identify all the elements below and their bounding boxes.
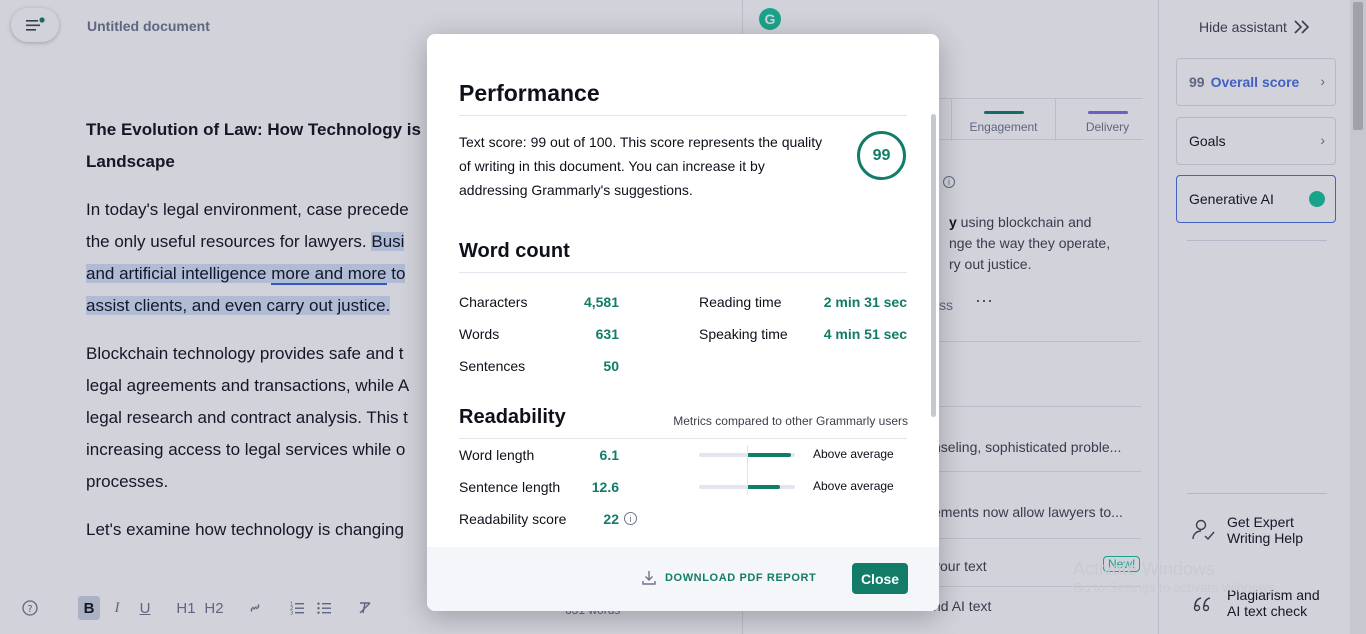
watermark-subtitle: Go to Settings to activate Windows. bbox=[1073, 580, 1279, 595]
windows-watermark: Activate Windows Go to Settings to activ… bbox=[1073, 558, 1278, 596]
readability-title: Readability bbox=[459, 406, 566, 428]
performance-title: Performance bbox=[459, 80, 600, 106]
word-length-rating: Above average bbox=[813, 447, 894, 461]
sentence-length-value: 12.6 bbox=[591, 479, 619, 495]
performance-modal: Performance Text score: 99 out of 100. T… bbox=[427, 34, 939, 611]
characters-label: Characters bbox=[459, 294, 528, 310]
performance-description: Text score: 99 out of 100. This score re… bbox=[459, 134, 823, 198]
download-pdf-button[interactable]: DOWNLOAD PDF REPORT bbox=[641, 570, 816, 586]
modal-scrollbar[interactable] bbox=[931, 114, 936, 417]
section-divider bbox=[459, 438, 907, 439]
sentence-length-gauge-fill bbox=[747, 485, 780, 489]
info-icon[interactable]: i bbox=[624, 512, 637, 525]
word-length-value: 6.1 bbox=[599, 447, 619, 463]
watermark-title: Activate Windows bbox=[1073, 559, 1216, 579]
reading-time-label: Reading time bbox=[699, 294, 782, 310]
modal-footer: DOWNLOAD PDF REPORT Close bbox=[427, 547, 939, 611]
speaking-time-label: Speaking time bbox=[699, 326, 788, 342]
words-value: 631 bbox=[595, 326, 619, 342]
close-button[interactable]: Close bbox=[852, 563, 908, 594]
sentence-length-rating: Above average bbox=[813, 479, 894, 493]
characters-value: 4,581 bbox=[583, 294, 619, 310]
readability-score-label: Readability score bbox=[459, 511, 567, 527]
section-divider bbox=[459, 272, 907, 273]
word-length-label: Word length bbox=[459, 447, 535, 463]
sentences-value: 50 bbox=[603, 358, 619, 374]
word-count-title: Word count bbox=[459, 240, 570, 262]
sentence-length-label: Sentence length bbox=[459, 479, 561, 495]
word-length-gauge-fill bbox=[747, 453, 792, 457]
average-marker bbox=[747, 445, 748, 495]
download-label: DOWNLOAD PDF REPORT bbox=[665, 572, 817, 584]
reading-time-value: 2 min 31 sec bbox=[823, 294, 907, 310]
words-label: Words bbox=[459, 326, 500, 342]
speaking-time-value: 4 min 51 sec bbox=[823, 326, 907, 342]
readability-score-value: 22 bbox=[603, 511, 619, 527]
modal-content: Performance Text score: 99 out of 100. T… bbox=[427, 34, 939, 547]
section-divider bbox=[459, 115, 907, 116]
readability-note: Metrics compared to other Grammarly user… bbox=[673, 414, 908, 428]
score-circle: 99 bbox=[857, 131, 906, 180]
download-icon bbox=[642, 571, 656, 585]
sentences-label: Sentences bbox=[459, 358, 526, 374]
